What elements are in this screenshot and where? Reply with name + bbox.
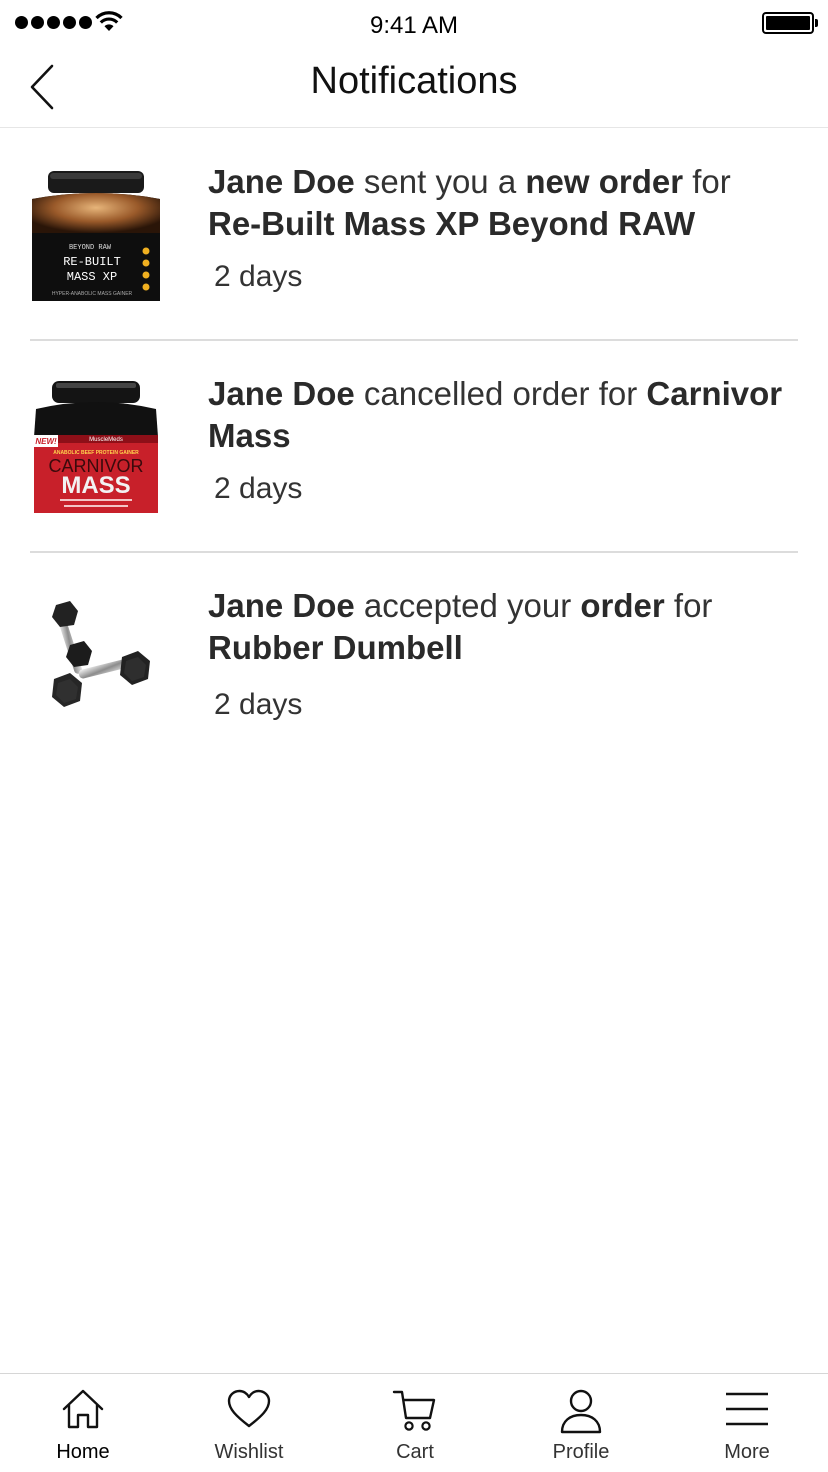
tab-profile[interactable]: Profile [498,1374,664,1472]
page-title: Notifications [310,60,518,102]
user-icon [560,1389,602,1434]
heart-icon [227,1389,271,1428]
notification-text: for [664,587,713,624]
home-icon [62,1389,104,1429]
rebuilt-brand-text: BEYOND RAW [69,244,112,252]
tab-label: Profile [552,1441,610,1463]
cart-icon [392,1390,436,1431]
carnivor-line2-text: MASS [61,472,130,499]
status-bar: 9:41 AM [0,0,828,50]
notification-actor: Jane Doe [208,163,355,200]
tab-label: Home [56,1441,110,1463]
menu-icon [726,1392,768,1426]
notification-item[interactable]: Jane Doe accepted your order for Rubber … [0,553,828,765]
tab-wishlist[interactable]: Wishlist [166,1374,332,1472]
status-time: 9:41 AM [369,12,459,39]
tab-bar: Home Wishlist Cart Profile More [0,1373,828,1472]
tab-label: Cart [396,1441,434,1463]
battery-icon [762,12,818,34]
notification-actor: Jane Doe [208,375,355,412]
notification-text: for [683,163,731,200]
tab-label: More [724,1441,770,1463]
notification-item[interactable]: NEW! MuscleMeds ANABOLIC BEEF PROTEIN GA… [0,341,828,553]
tab-cart[interactable]: Cart [332,1374,498,1472]
notification-time: 2 days [214,472,303,505]
rebuilt-line2-text: MASS XP [67,270,117,284]
rebuilt-line1-text: RE-BUILT [63,255,121,269]
nav-bar: Notifications [0,50,828,128]
notification-message: Jane Doe cancelled order for Carnivor Ma… [208,373,808,457]
notification-product: Re-Built Mass XP Beyond RAW [208,205,696,242]
tab-label: Wishlist [214,1441,284,1463]
carnivor-mass-tub-icon: NEW! MuscleMeds ANABOLIC BEEF PROTEIN GA… [34,381,158,513]
carnivor-brand-text: MuscleMeds [89,437,123,443]
notification-text: sent you a [354,163,526,200]
notification-time: 2 days [214,688,303,721]
rebuilt-sub-text: HYPER-ANABOLIC MASS GAINER [52,291,133,297]
notification-product: Rubber Dumbell [208,629,463,666]
dumbbell-icon [52,601,150,707]
tab-more[interactable]: More [664,1374,828,1472]
rebuilt-mass-tub-icon: BEYOND RAW RE-BUILT MASS XP HYPER-ANABOL… [32,171,160,301]
notification-emphasis: order [580,587,665,624]
notification-time: 2 days [214,260,303,293]
notification-text: accepted your [354,587,581,624]
notification-text: cancelled order for [354,375,647,412]
carnivor-badge-text: NEW! [35,437,57,446]
tab-home[interactable]: Home [0,1374,166,1472]
notification-message: Jane Doe sent you a new order for Re-Bui… [208,161,808,245]
notification-emphasis: new order [525,163,684,200]
notification-actor: Jane Doe [208,587,355,624]
notification-item[interactable]: BEYOND RAW RE-BUILT MASS XP HYPER-ANABOL… [0,129,828,341]
notification-message: Jane Doe accepted your order for Rubber … [208,585,808,669]
